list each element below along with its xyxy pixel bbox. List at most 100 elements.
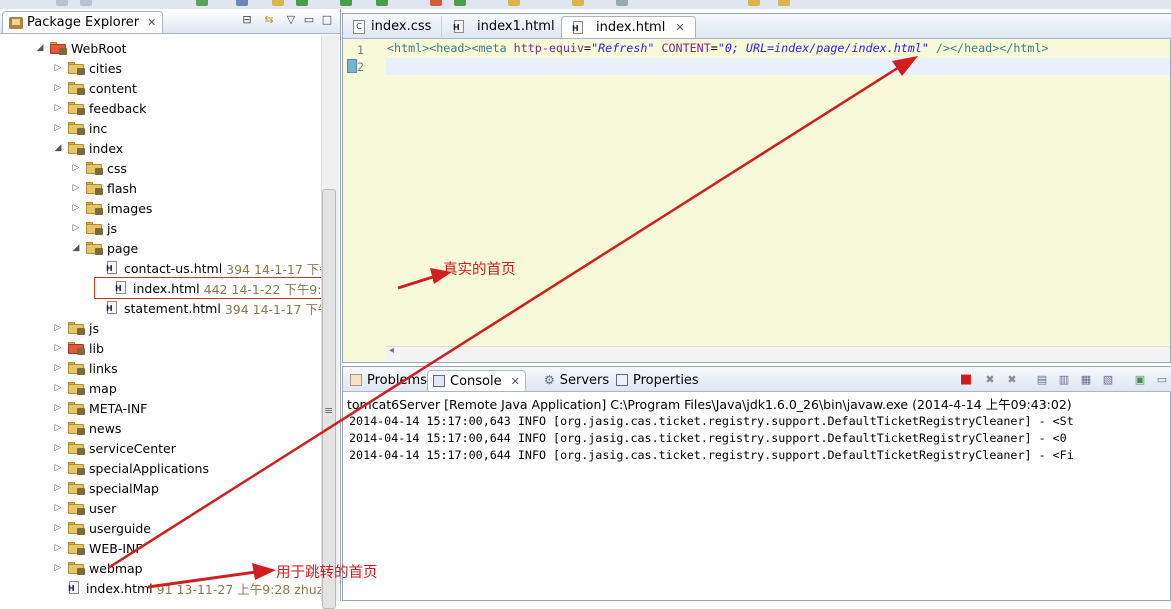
remove-launch-icon[interactable]: ✖ [983,373,997,386]
toolbar-icon[interactable] [376,0,388,6]
toolbar-icon[interactable] [748,0,760,6]
tree-item[interactable]: ▷ specialMap [52,478,159,498]
tab-index-html[interactable]: H index.html ✕ [561,16,696,38]
tree-item[interactable]: ▷ cities [52,58,122,78]
tree-item[interactable]: ▷ flash [70,178,137,198]
collapsed-twisty-icon[interactable]: ▷ [52,323,64,333]
toolbar-icon[interactable] [508,0,520,6]
tree-item[interactable]: ▷ user [52,498,117,518]
collapsed-twisty-icon[interactable]: ▷ [52,103,64,113]
open-console-icon[interactable]: ▭ [1155,373,1169,386]
tree-item[interactable]: ▷ images [70,198,153,218]
minimize-icon[interactable]: ▭ [302,13,316,27]
sash-grip-icon[interactable]: ≡ [324,404,333,417]
tree-item-label: index [89,140,124,156]
expanded-twisty-icon[interactable]: ◢ [34,43,46,53]
tree-item[interactable]: ▷ links [52,358,118,378]
tree-scrollbar-thumb[interactable] [322,189,336,609]
toolbar-icon[interactable] [236,0,248,6]
tree-item[interactable]: ◢ WebRoot [34,38,127,58]
toolbar-icon[interactable] [80,0,92,6]
collapsed-twisty-icon[interactable]: ▷ [52,503,64,513]
collapsed-twisty-icon[interactable]: ▷ [52,123,64,133]
tree-item[interactable]: ▷ specialApplications [52,458,209,478]
collapsed-twisty-icon[interactable]: ▷ [52,463,64,473]
tab-index-css[interactable]: C index.css [343,16,443,37]
toolbar-icon[interactable] [272,0,284,6]
tree-item[interactable]: Hindex.html442 14-1-22 下午9:29 zhuzejiang [94,277,322,299]
close-icon[interactable]: ✕ [675,21,684,34]
link-with-editor-icon[interactable]: ⇆ [262,13,276,27]
collapsed-twisty-icon[interactable]: ▷ [70,183,82,193]
tab-properties[interactable]: Properties [611,370,704,390]
tree-item[interactable]: Hcontact-us.html394 14-1-17 下午( [90,258,322,278]
show-when-output-icon[interactable]: ▦ [1079,373,1093,386]
tree-item[interactable]: ▷ WEB-INF [52,538,143,558]
collapsed-twisty-icon[interactable]: ▷ [70,203,82,213]
maximize-icon[interactable]: □ [320,13,334,27]
collapsed-twisty-icon[interactable]: ▷ [52,363,64,373]
clear-console-icon[interactable]: ▤ [1035,373,1049,386]
scroll-lock-icon[interactable]: ▥ [1057,373,1071,386]
tree-item[interactable]: ▷ news [52,418,122,438]
collapsed-twisty-icon[interactable]: ▷ [52,523,64,533]
collapsed-twisty-icon[interactable]: ▷ [52,543,64,553]
tree-item[interactable]: ▷ content [52,78,137,98]
tree-item[interactable]: ▷ feedback [52,98,147,118]
remove-all-terminated-icon[interactable]: ✖ [1005,373,1019,386]
editor-horizontal-scrollbar[interactable] [386,346,1170,362]
tree-item[interactable]: ◢ index [52,138,124,158]
close-icon[interactable]: ✕ [147,16,156,29]
toolbar-icon[interactable] [56,0,68,6]
toolbar-icon[interactable] [572,0,584,6]
collapsed-twisty-icon[interactable]: ▷ [52,83,64,93]
collapse-all-icon[interactable]: ⊟ [240,13,254,27]
tree-item-label: webmap [89,560,143,576]
show-when-error-icon[interactable]: ▧ [1101,373,1115,386]
folder-icon [68,422,85,435]
toolbar-icon[interactable] [778,0,790,6]
tree-item[interactable]: ▷ lib [52,338,104,358]
tree-item[interactable]: Hstatement.html394 14-1-17 下午6 [90,298,322,318]
toolbar-icon[interactable] [616,0,628,6]
tree-item-label: images [107,200,153,216]
code-line-1[interactable]: <html><head><meta http-equiv = "Refresh" C… [387,41,1049,55]
collapsed-twisty-icon[interactable]: ▷ [52,63,64,73]
tree-item[interactable]: ▷ inc [52,118,108,138]
tree-item[interactable]: ▷ css [70,158,127,178]
collapsed-twisty-icon[interactable]: ▷ [52,423,64,433]
collapsed-twisty-icon[interactable]: ▷ [52,483,64,493]
tree-item[interactable]: ▷ js [70,218,117,238]
scroll-left-icon[interactable]: ◂ [389,345,394,356]
tab-console[interactable]: Console ✕ [427,370,526,391]
toolbar-icon[interactable] [454,0,466,6]
collapsed-twisty-icon[interactable]: ▷ [52,403,64,413]
tree-item[interactable]: ▷ userguide [52,518,151,538]
toolbar-icon[interactable] [296,0,308,6]
package-explorer-tab[interactable]: Package Explorer ✕ [2,11,164,33]
tree-item[interactable]: ▷ serviceCenter [52,438,176,458]
collapsed-twisty-icon[interactable]: ▷ [52,383,64,393]
close-icon[interactable]: ✕ [511,375,520,388]
collapsed-twisty-icon[interactable]: ▷ [70,223,82,233]
pin-console-icon[interactable]: ▣ [1133,373,1147,386]
tree-item[interactable]: ▷ webmap [52,558,143,578]
collapsed-twisty-icon[interactable]: ▷ [52,443,64,453]
terminate-icon[interactable]: ■ [959,373,973,386]
toolbar-icon[interactable] [430,0,442,6]
collapsed-twisty-icon[interactable]: ▷ [70,163,82,173]
tab-index1-html[interactable]: H index1.html [443,16,566,37]
collapsed-twisty-icon[interactable]: ▷ [52,563,64,573]
expanded-twisty-icon[interactable]: ◢ [70,243,82,253]
tree-item[interactable]: ▷ map [52,378,117,398]
collapsed-twisty-icon[interactable]: ▷ [52,343,64,353]
toolbar-icon[interactable] [340,0,352,6]
tree-item[interactable]: ◢ page [70,238,139,258]
toolbar-icon[interactable] [196,0,208,6]
view-menu-icon[interactable]: ▽ [284,13,298,27]
tree-item[interactable]: ▷ META-INF [52,398,148,418]
expanded-twisty-icon[interactable]: ◢ [52,143,64,153]
tree-item[interactable]: ▷ js [52,318,99,338]
tab-servers[interactable]: ⚙ Servers [539,370,614,390]
tab-problems[interactable]: Problems [345,370,432,390]
